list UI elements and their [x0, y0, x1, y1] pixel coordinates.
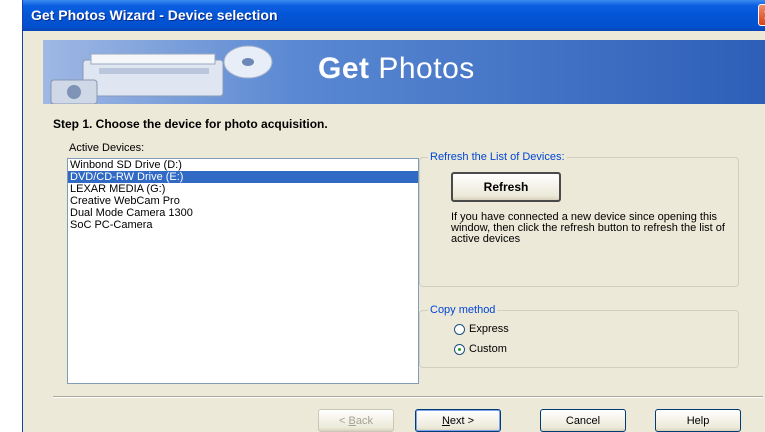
- title-bar[interactable]: Get Photos Wizard - Device selection: [23, 0, 765, 31]
- list-item[interactable]: Dual Mode Camera 1300: [68, 207, 418, 219]
- close-icon: [764, 11, 765, 19]
- banner-title-strong: Get: [318, 52, 370, 85]
- scanner-camera-illustration: [50, 45, 273, 104]
- next-rest: ext >: [449, 414, 475, 427]
- radio-circle-icon[interactable]: [454, 323, 465, 335]
- back-rest: ack: [355, 414, 373, 427]
- radio-custom[interactable]: Custom: [454, 343, 507, 355]
- back-button[interactable]: < Back: [318, 409, 394, 432]
- close-button[interactable]: [758, 4, 765, 26]
- refresh-description: If you have connected a new device since…: [451, 211, 725, 245]
- footer-separator: [53, 396, 763, 398]
- device-listbox[interactable]: Winbond SD Drive (D:) DVD/CD-RW Drive (E…: [67, 158, 419, 384]
- list-item[interactable]: Winbond SD Drive (D:): [68, 159, 418, 171]
- radio-checked-icon[interactable]: [454, 343, 465, 355]
- help-button[interactable]: Help: [655, 409, 741, 432]
- list-item[interactable]: Creative WebCam Pro: [68, 195, 418, 207]
- window-title: Get Photos Wizard - Device selection: [31, 7, 278, 23]
- next-mnemonic: N: [441, 414, 450, 427]
- radio-express[interactable]: Express: [454, 323, 509, 335]
- wizard-banner: Get Photos: [43, 40, 765, 104]
- radio-custom-label: Custom: [469, 343, 507, 355]
- wizard-window: Get Photos Wizard - Device selection Get…: [22, 0, 765, 432]
- back-prefix: <: [339, 414, 349, 427]
- list-item[interactable]: DVD/CD-RW Drive (E:): [68, 171, 418, 183]
- list-item[interactable]: LEXAR MEDIA (G:): [68, 183, 418, 195]
- next-button[interactable]: Next >: [415, 409, 501, 432]
- back-mnemonic: B: [348, 414, 356, 427]
- cancel-button[interactable]: Cancel: [540, 409, 626, 432]
- banner-title-rest: Photos: [369, 52, 475, 85]
- refresh-group-legend: Refresh the List of Devices:: [428, 151, 567, 163]
- step-heading: Step 1. Choose the device for photo acqu…: [53, 117, 328, 131]
- copy-method-legend: Copy method: [428, 304, 498, 316]
- banner-title: Get Photos: [318, 52, 475, 86]
- list-item[interactable]: SoC PC-Camera: [68, 219, 418, 231]
- radio-express-label: Express: [469, 323, 509, 335]
- refresh-button[interactable]: Refresh: [451, 172, 561, 202]
- copy-method-groupbox: Copy method: [419, 304, 739, 368]
- active-devices-label: Active Devices:: [69, 142, 145, 154]
